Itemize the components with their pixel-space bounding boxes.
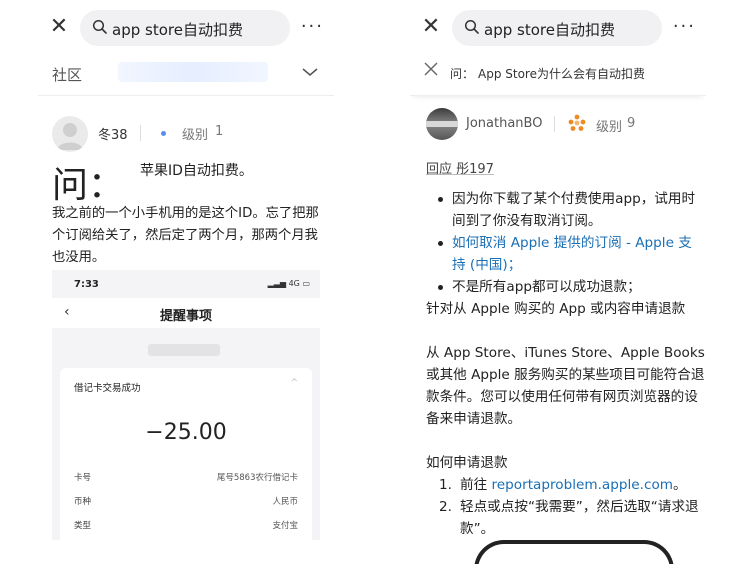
level-label: 级别 <box>182 128 209 143</box>
avatar-icon <box>57 123 83 150</box>
avatar[interactable] <box>52 116 88 152</box>
step-number: 1. <box>439 477 452 493</box>
more-icon[interactable]: ··· <box>301 16 324 37</box>
left-panel: ✕ app store自动扣费 ··· 社区 冬38 级别 1 问： 苹果ID自… <box>38 0 334 564</box>
reportaproblem-link[interactable]: reportaproblem.apple.com <box>492 477 674 493</box>
card-title: 借记卡交易成功 <box>74 383 141 394</box>
status-time: 7:33 <box>74 279 99 290</box>
row-label: 卡号 <box>74 473 92 483</box>
row-label: 币种 <box>74 497 92 507</box>
search-icon <box>464 19 479 34</box>
close-icon[interactable]: ✕ <box>48 16 70 38</box>
close-icon[interactable] <box>424 62 438 76</box>
search-input[interactable]: app store自动扣费 <box>80 10 290 46</box>
category-selector[interactable]: 社区 <box>38 52 334 96</box>
step-suffix: 。 <box>673 477 687 493</box>
question-prefix: 问： <box>450 67 475 81</box>
level-dot-icon <box>161 131 166 136</box>
row-label: 类型 <box>74 521 92 531</box>
level-badge-icon <box>568 114 586 131</box>
blurred-category-text <box>118 62 268 82</box>
level-value: 9 <box>627 116 636 131</box>
answer-paragraph: 从 App Store、iTunes Store、Apple Books 或其他… <box>426 345 705 427</box>
divider <box>140 125 141 141</box>
card-row: 币种 人民币 <box>74 495 298 507</box>
refund-steps: 1. 前往 reportaproblem.apple.com。 2. 轻点或点按… <box>426 474 702 540</box>
support-link[interactable]: 如何取消 Apple 提供的订阅 - Apple 支持 (中国)； <box>452 235 692 273</box>
list-item: 2. 轻点或点按“我需要”，然后选取“请求退款”。 <box>426 496 702 540</box>
card-row: 卡号 尾号5863农行借记卡 <box>74 471 298 483</box>
reply-to-link[interactable]: 回应 彤197 <box>426 158 494 177</box>
divider <box>554 116 555 132</box>
author-name[interactable]: 冬38 <box>98 124 128 143</box>
right-panel: ✕ app store自动扣费 ··· 问： App Store为什么会有自动扣… <box>410 0 706 564</box>
network-type: 4G <box>288 279 300 288</box>
battery-icon: ▭ <box>302 279 310 288</box>
level-label: 级别 <box>596 120 623 135</box>
screenshot-title: 提醒事项 <box>159 309 212 324</box>
more-icon[interactable]: ··· <box>673 16 696 37</box>
device-image-edge <box>474 540 674 564</box>
transaction-amount: −25.00 <box>145 420 227 445</box>
list-item: 1. 前往 reportaproblem.apple.com。 <box>426 474 702 496</box>
search-icon <box>92 19 107 34</box>
chevron-down-icon <box>302 68 318 77</box>
step-prefix: 前往 <box>460 477 492 493</box>
row-value: 尾号5863农行借记卡 <box>216 473 298 483</box>
card-row: 类型 支付宝 <box>74 519 298 531</box>
transaction-card: 借记卡交易成功 ^ −25.00 卡号 尾号5863农行借记卡 币种 人民币 类… <box>60 368 312 540</box>
question-body: 我之前的一个小手机用的是这个ID。忘了把那个订阅给关了，然后定了两个月，那两个月… <box>52 206 319 265</box>
search-query: app store自动扣费 <box>484 21 615 39</box>
author-name[interactable]: JonathanBO <box>466 116 542 131</box>
top-bar: ✕ app store自动扣费 ··· <box>410 8 706 48</box>
close-icon[interactable]: ✕ <box>420 16 442 38</box>
category-label: 社区 <box>52 66 83 84</box>
step-number: 2. <box>439 499 452 515</box>
howto-title: 如何申请退款 <box>426 455 508 471</box>
question-title[interactable]: App Store为什么会有自动扣费 <box>478 65 645 82</box>
search-query: app store自动扣费 <box>112 21 243 39</box>
step-text: 轻点或点按“我需要”，然后选取“请求退款”。 <box>460 499 699 537</box>
avatar[interactable] <box>426 108 458 140</box>
answer-paragraph: 针对从 Apple 购买的 App 或内容申请退款 <box>426 301 686 317</box>
signal-icon: ▂▃▅ <box>267 279 287 288</box>
list-item: 不是所有app都可以成功退款； <box>426 276 702 298</box>
question-header: 问： App Store为什么会有自动扣费 <box>410 52 706 96</box>
attached-screenshot[interactable]: 7:33 ▂▃▅ 4G ▭ ‹ 提醒事项 借记卡交易成功 ^ −25.00 卡号… <box>52 270 320 540</box>
screenshot-nav: ‹ 提醒事项 <box>52 298 320 328</box>
list-item: 如何取消 Apple 提供的订阅 - Apple 支持 (中国)； <box>426 232 702 276</box>
row-value: 支付宝 <box>272 521 298 531</box>
avatar-icon <box>426 121 458 127</box>
level-value: 1 <box>215 124 224 139</box>
search-input[interactable]: app store自动扣费 <box>452 10 662 46</box>
list-item: 因为你下载了某个付费使用app，试用时间到了你没有取消订阅。 <box>426 188 702 232</box>
blurred-date <box>148 344 220 356</box>
row-value: 人民币 <box>272 497 298 507</box>
question-mark: 问： <box>52 165 125 206</box>
status-signal: ▂▃▅ 4G ▭ <box>268 279 310 288</box>
chevron-up-icon: ^ <box>290 378 298 388</box>
question-title: 苹果ID自动扣费。 <box>140 163 253 179</box>
top-bar: ✕ app store自动扣费 ··· <box>38 8 334 48</box>
answer-bullets: 因为你下载了某个付费使用app，试用时间到了你没有取消订阅。 如何取消 Appl… <box>426 188 702 298</box>
